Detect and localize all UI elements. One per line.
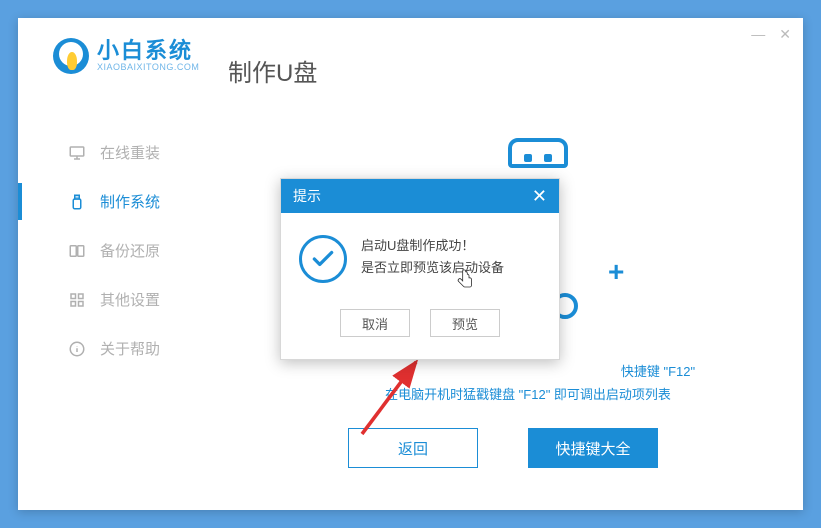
window-controls: — ✕ (751, 26, 791, 43)
dialog-msg-line1: 启动U盘制作成功！ (361, 235, 504, 257)
sidebar-item-label: 其他设置 (100, 289, 160, 310)
brand-name: 小白系统 (97, 40, 199, 62)
plus-icon[interactable]: + (608, 256, 624, 288)
hint-line2: 在电脑开机时猛戳键盘 "F12" 即可调出启动项列表 (385, 387, 671, 402)
sidebar-item-online-reinstall[interactable]: 在线重装 (18, 128, 218, 177)
sidebar-item-label: 制作系统 (100, 191, 160, 212)
usb-shape-icon (508, 138, 568, 168)
shortcut-list-button[interactable]: 快捷键大全 (528, 428, 658, 468)
content-buttons: 返回 快捷键大全 (348, 428, 658, 468)
dialog-footer: 取消 预览 (281, 299, 559, 359)
usb-icon (68, 193, 86, 211)
sidebar-item-make-system[interactable]: 制作系统 (18, 177, 218, 226)
sidebar-item-label: 关于帮助 (100, 338, 160, 359)
brand-logo-icon (53, 38, 89, 74)
page-title: 制作U盘 (228, 53, 317, 88)
dialog-message: 启动U盘制作成功！ 是否立即预览该启动设备 (361, 235, 504, 279)
minimize-button[interactable]: — (751, 26, 765, 43)
backup-icon (68, 242, 86, 260)
check-circle-icon (299, 235, 347, 283)
brand-subtitle: XIAOBAIXITONG.COM (97, 62, 199, 72)
monitor-icon (68, 144, 86, 162)
dialog-close-button[interactable]: ✕ (532, 186, 547, 207)
hint-text: 快捷键 "F12" 在电脑开机时猛戳键盘 "F12" 即可调出启动项列表 (318, 360, 738, 407)
dialog-cancel-button[interactable]: 取消 (340, 309, 410, 337)
sidebar-item-other-settings[interactable]: 其他设置 (18, 275, 218, 324)
sidebar-item-backup-restore[interactable]: 备份还原 (18, 226, 218, 275)
back-button[interactable]: 返回 (348, 428, 478, 468)
dialog-title: 提示 (293, 186, 321, 206)
grid-icon (68, 291, 86, 309)
info-icon (68, 340, 86, 358)
dialog-msg-line2: 是否立即预览该启动设备 (361, 257, 504, 279)
sidebar-item-about-help[interactable]: 关于帮助 (18, 324, 218, 373)
sidebar: 在线重装 制作系统 备份还原 其他设置 关于帮助 (18, 128, 218, 373)
dialog-preview-button[interactable]: 预览 (430, 309, 500, 337)
sidebar-item-label: 备份还原 (100, 240, 160, 261)
sidebar-item-label: 在线重装 (100, 142, 160, 163)
dialog-header: 提示 ✕ (281, 179, 559, 213)
brand: 小白系统 XIAOBAIXITONG.COM (53, 38, 199, 74)
hint-frag1: 快捷键 "F12" (621, 364, 695, 379)
dialog-body: 启动U盘制作成功！ 是否立即预览该启动设备 (281, 213, 559, 299)
close-button[interactable]: ✕ (779, 26, 791, 43)
prompt-dialog: 提示 ✕ 启动U盘制作成功！ 是否立即预览该启动设备 取消 预览 (280, 178, 560, 360)
